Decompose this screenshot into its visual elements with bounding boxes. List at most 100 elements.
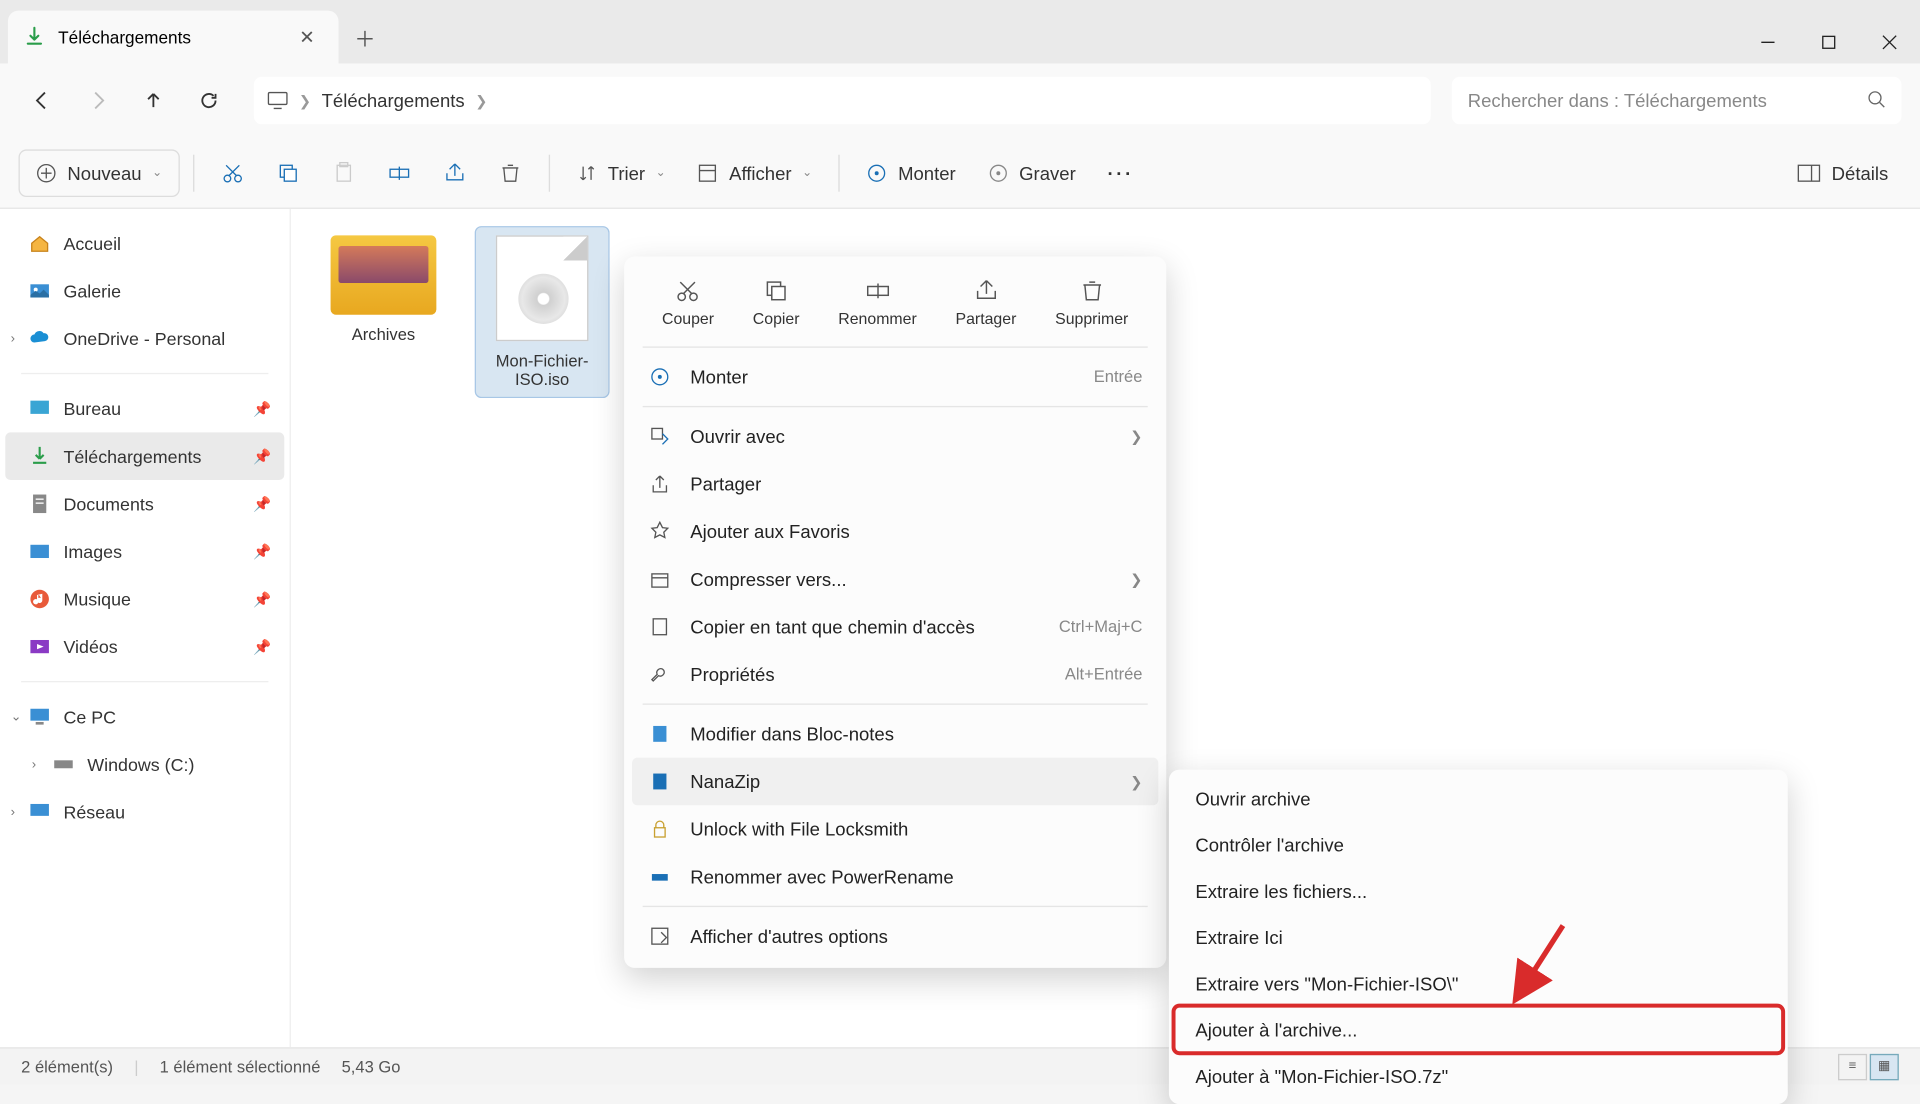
- new-button[interactable]: Nouveau ⌄: [19, 149, 180, 197]
- cut-button[interactable]: [207, 149, 257, 197]
- up-button[interactable]: [130, 77, 178, 125]
- ctx-locksmith[interactable]: Unlock with File Locksmith: [632, 805, 1158, 853]
- wrench-icon: [648, 664, 672, 685]
- sidebar-item-images[interactable]: Images📌: [5, 528, 284, 576]
- refresh-button[interactable]: [185, 77, 233, 125]
- burn-button[interactable]: Graver: [974, 149, 1089, 197]
- sidebar-item-music[interactable]: Musique📌: [5, 575, 284, 623]
- context-menu: Couper Copier Renommer Partager Supprime…: [624, 257, 1166, 968]
- status-size: 5,43 Go: [342, 1057, 401, 1076]
- sidebar-item-cdrive[interactable]: ›Windows (C:): [5, 740, 284, 788]
- list-view-button[interactable]: ≡: [1838, 1053, 1867, 1079]
- details-pane-icon: [1797, 163, 1821, 182]
- ctx-compress[interactable]: Compresser vers...❯: [632, 555, 1158, 603]
- submenu-add-7z[interactable]: Ajouter à "Mon-Fichier-ISO.7z": [1174, 1053, 1782, 1099]
- maximize-button[interactable]: [1798, 21, 1859, 63]
- ctx-copy-button[interactable]: Copier: [753, 278, 800, 328]
- copy-icon: [763, 278, 789, 304]
- search-icon: [1867, 89, 1886, 111]
- chevron-right-icon: ❯: [299, 92, 311, 109]
- copy-button[interactable]: [263, 149, 313, 197]
- rename-button[interactable]: [374, 149, 424, 197]
- tab-downloads[interactable]: Téléchargements ✕: [8, 11, 339, 64]
- folder-icon: [331, 235, 437, 314]
- sidebar-item-thispc[interactable]: ⌄Ce PC: [5, 693, 284, 741]
- sidebar-item-documents[interactable]: Documents📌: [5, 480, 284, 528]
- share-icon: [442, 161, 466, 185]
- details-pane-button[interactable]: Détails: [1784, 149, 1901, 197]
- item-label: Mon-Fichier-ISO.iso: [484, 352, 600, 389]
- ctx-favorite[interactable]: Ajouter aux Favoris: [632, 508, 1158, 556]
- forward-button[interactable]: [74, 77, 122, 125]
- ctx-notepad[interactable]: Modifier dans Bloc-notes: [632, 710, 1158, 758]
- home-icon: [29, 233, 50, 254]
- new-tab-button[interactable]: ＋: [339, 11, 392, 64]
- sort-button[interactable]: Trier ⌄: [563, 149, 679, 197]
- pin-icon: 📌: [253, 638, 271, 655]
- ctx-cut-button[interactable]: Couper: [662, 278, 714, 328]
- delete-button[interactable]: [485, 149, 535, 197]
- more-options-icon: [648, 926, 672, 947]
- sidebar-item-gallery[interactable]: Galerie: [5, 267, 284, 315]
- trash-icon: [498, 161, 522, 185]
- sidebar: Accueil Galerie ›OneDrive - Personal Bur…: [0, 209, 291, 1047]
- sidebar-item-onedrive[interactable]: ›OneDrive - Personal: [5, 315, 284, 363]
- paste-button[interactable]: [318, 149, 368, 197]
- drive-icon: [53, 754, 74, 775]
- item-label: Archives: [325, 325, 441, 344]
- grid-view-button[interactable]: ▦: [1870, 1053, 1899, 1079]
- rename-icon: [864, 278, 890, 304]
- sidebar-item-home[interactable]: Accueil: [5, 220, 284, 268]
- mount-button[interactable]: Monter: [853, 149, 969, 197]
- titlebar: Téléchargements ✕ ＋: [0, 0, 1920, 63]
- ctx-copypath[interactable]: Copier en tant que chemin d'accèsCtrl+Ma…: [632, 603, 1158, 651]
- ctx-rename-button[interactable]: Renommer: [838, 278, 916, 328]
- minimize-button[interactable]: [1738, 21, 1799, 63]
- ctx-mount[interactable]: MonterEntrée: [632, 353, 1158, 401]
- more-button[interactable]: ···: [1094, 149, 1147, 197]
- images-icon: [29, 541, 50, 562]
- chevron-right-icon: ❯: [1130, 773, 1142, 790]
- ctx-share-button[interactable]: Partager: [956, 278, 1017, 328]
- status-selected: 1 élément sélectionné: [160, 1057, 321, 1076]
- submenu-add-archive[interactable]: Ajouter à l'archive...: [1174, 1006, 1782, 1052]
- submenu-open-archive[interactable]: Ouvrir archive: [1174, 775, 1782, 821]
- close-icon[interactable]: ✕: [291, 23, 322, 51]
- file-item-iso[interactable]: Mon-Fichier-ISO.iso: [476, 227, 608, 396]
- close-window-button[interactable]: [1859, 21, 1920, 63]
- cloud-icon: [29, 328, 50, 349]
- view-button[interactable]: Afficher ⌄: [684, 149, 825, 197]
- ctx-powerrename[interactable]: Renommer avec PowerRename: [632, 853, 1158, 901]
- breadcrumb-current[interactable]: Téléchargements: [322, 90, 465, 111]
- chevron-down-icon[interactable]: ⌄: [11, 709, 22, 724]
- ctx-delete-button[interactable]: Supprimer: [1055, 278, 1128, 328]
- monitor-icon: [29, 706, 50, 727]
- chevron-right-icon[interactable]: ›: [11, 331, 15, 346]
- folder-item-archives[interactable]: Archives: [317, 227, 449, 396]
- share-button[interactable]: [429, 149, 479, 197]
- submenu-extract-here[interactable]: Extraire Ici: [1174, 914, 1782, 960]
- breadcrumb[interactable]: ❯ Téléchargements ❯: [254, 77, 1431, 125]
- ctx-moreoptions[interactable]: Afficher d'autres options: [632, 912, 1158, 960]
- chevron-right-icon[interactable]: ›: [32, 757, 36, 772]
- sidebar-item-desktop[interactable]: Bureau📌: [5, 385, 284, 433]
- copy-icon: [276, 161, 300, 185]
- music-icon: [29, 588, 50, 609]
- submenu-extract-to[interactable]: Extraire vers "Mon-Fichier-ISO\": [1174, 960, 1782, 1006]
- chevron-right-icon[interactable]: ›: [11, 805, 15, 820]
- monitor-icon: [267, 90, 288, 111]
- sidebar-item-network[interactable]: ›Réseau: [5, 788, 284, 836]
- back-button[interactable]: [19, 77, 67, 125]
- status-count: 2 élément(s): [21, 1057, 113, 1076]
- ctx-nanazip[interactable]: NanaZip❯: [632, 758, 1158, 806]
- submenu-extract-files[interactable]: Extraire les fichiers...: [1174, 867, 1782, 913]
- sidebar-item-downloads[interactable]: Téléchargements📌: [5, 432, 284, 480]
- submenu-check-archive[interactable]: Contrôler l'archive: [1174, 821, 1782, 867]
- ctx-openwith[interactable]: Ouvrir avec❯: [632, 413, 1158, 461]
- ctx-properties[interactable]: PropriétésAlt+Entrée: [632, 651, 1158, 699]
- sidebar-item-videos[interactable]: Vidéos📌: [5, 623, 284, 671]
- share-icon: [648, 473, 672, 494]
- search-input[interactable]: Rechercher dans : Téléchargements: [1452, 77, 1902, 125]
- search-placeholder: Rechercher dans : Téléchargements: [1468, 90, 1767, 111]
- ctx-share[interactable]: Partager: [632, 460, 1158, 508]
